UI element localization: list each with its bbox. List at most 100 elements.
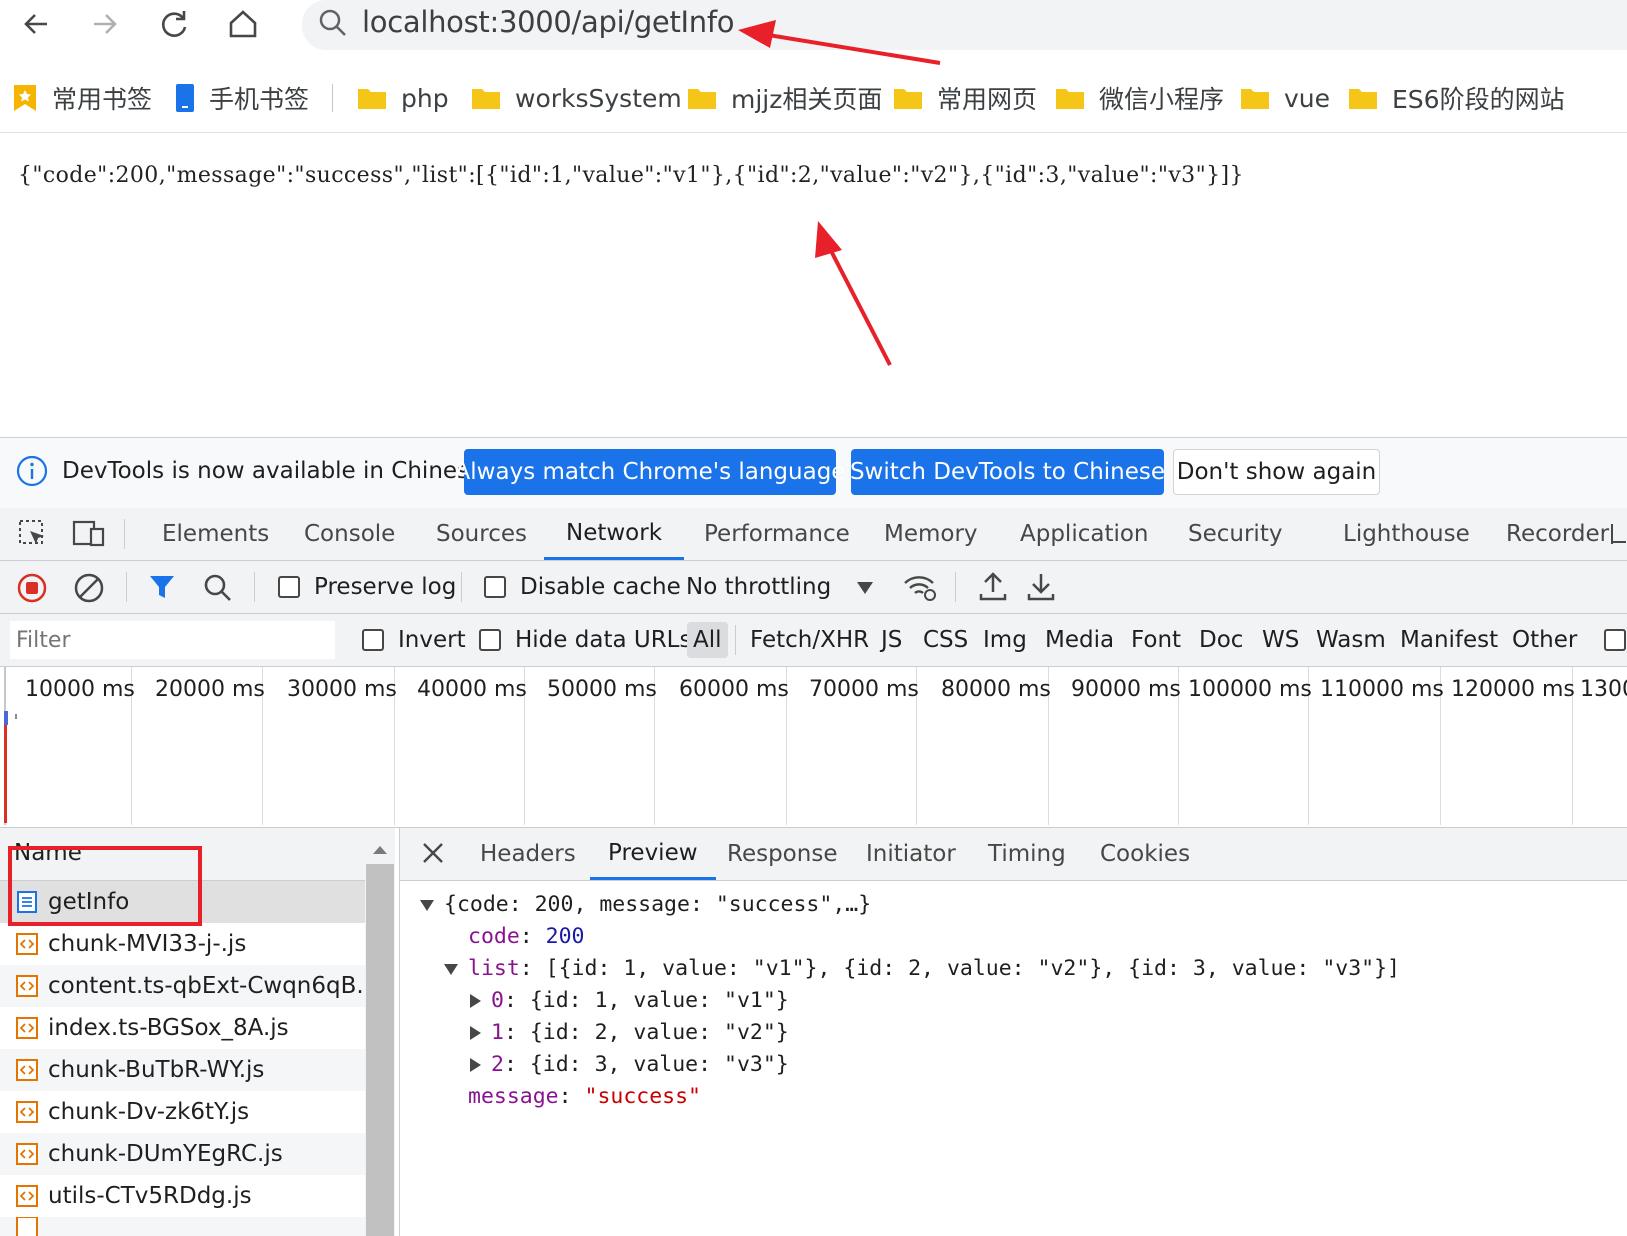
bookmark-1[interactable]: 手机书签: [175, 70, 309, 126]
hide-data-urls-checkbox[interactable]: Hide data URLs: [479, 614, 691, 666]
tab-network[interactable]: Network: [544, 508, 685, 560]
close-icon[interactable]: [422, 842, 444, 868]
bookmark-2[interactable]: php: [357, 70, 449, 126]
disable-cache-checkbox[interactable]: Disable cache: [484, 561, 681, 613]
script-icon: [16, 1185, 38, 1207]
collapse-triangle-icon[interactable]: [470, 994, 481, 1008]
home-icon[interactable]: [221, 2, 265, 46]
reload-icon[interactable]: [152, 2, 196, 46]
preserve-log-checkbox[interactable]: Preserve log: [278, 561, 456, 613]
bookmark-8[interactable]: ES6阶段的网站: [1348, 70, 1565, 126]
expand-triangle-icon[interactable]: [444, 963, 458, 975]
bookmark-separator: [332, 84, 333, 112]
url-text[interactable]: localhost:3000/api/getInfo: [362, 5, 735, 39]
device-toolbar-icon[interactable]: [72, 519, 106, 553]
request-row[interactable]: chunk-Dv-zk6tY.js: [0, 1091, 365, 1133]
tree-root[interactable]: {code: 200, message: "success",…}: [420, 890, 871, 920]
back-icon[interactable]: [14, 2, 58, 46]
filter-type-manifest[interactable]: Manifest: [1400, 622, 1498, 658]
filter-icon[interactable]: [148, 573, 176, 605]
tab-performance[interactable]: Performance: [704, 508, 850, 560]
tab-recorder[interactable]: Recorder: [1506, 508, 1609, 560]
scroll-up-icon[interactable]: [372, 840, 388, 859]
tab-response[interactable]: Response: [727, 828, 837, 880]
tab-security[interactable]: Security: [1188, 508, 1282, 560]
chevron-down-icon[interactable]: [856, 580, 874, 599]
bookmark-7[interactable]: vue: [1240, 70, 1330, 126]
stop-recording-icon[interactable]: [16, 572, 48, 608]
bookmark-3[interactable]: worksSystem: [471, 70, 682, 126]
throttling-select[interactable]: No throttling: [686, 561, 831, 613]
tab-elements[interactable]: Elements: [162, 508, 269, 560]
tree-message: message: "success": [468, 1084, 701, 1109]
import-har-icon[interactable]: [979, 572, 1007, 606]
tab-sources[interactable]: Sources: [436, 508, 527, 560]
checkbox-box[interactable]: [479, 629, 501, 651]
dont-show-again-button[interactable]: Don't show again: [1173, 449, 1380, 495]
always-match-language-button[interactable]: Always match Chrome's language: [455, 449, 845, 495]
bookmark-4[interactable]: mjjz相关页面: [687, 70, 882, 126]
tree-list[interactable]: list: [{id: 1, value: "v1"}, {id: 2, val…: [444, 954, 1400, 984]
filter-type-doc[interactable]: Doc: [1199, 622, 1243, 658]
request-row[interactable]: chunk-BuTbR-WY.js: [0, 1049, 365, 1091]
checkbox-box[interactable]: [484, 576, 506, 598]
filter-type-media[interactable]: Media: [1045, 622, 1114, 658]
network-conditions-icon[interactable]: [902, 571, 938, 607]
request-row[interactable]: content.ts-qbExt-Cwqn6qB...: [0, 965, 365, 1007]
filter-type-js[interactable]: JS: [881, 622, 902, 658]
request-row[interactable]: index.ts-BGSox_8A.js: [0, 1007, 365, 1049]
request-row-partial[interactable]: [0, 1217, 365, 1236]
request-row[interactable]: chunk-DUmYEgRC.js: [0, 1133, 365, 1175]
invert-label: Invert: [398, 627, 466, 653]
star-bookmark-icon: [12, 83, 38, 113]
request-row[interactable]: utils-CTv5RDdg.js: [0, 1175, 365, 1217]
filter-type-font[interactable]: Font: [1131, 622, 1181, 658]
filter-type-ws[interactable]: WS: [1262, 622, 1299, 658]
invert-checkbox[interactable]: Invert: [362, 614, 466, 666]
timeline-label: 100000 ms: [1188, 677, 1312, 702]
tab-headers[interactable]: Headers: [480, 828, 576, 880]
forward-icon[interactable]: [83, 2, 127, 46]
tab-timing[interactable]: Timing: [988, 828, 1066, 880]
filter-type-other[interactable]: Other: [1512, 622, 1577, 658]
filter-type-all[interactable]: All: [687, 622, 728, 658]
request-row[interactable]: chunk-MVI33-j-.js: [0, 923, 365, 965]
tab-memory[interactable]: Memory: [884, 508, 978, 560]
search-icon[interactable]: [203, 573, 233, 607]
tab-preview[interactable]: Preview: [590, 828, 716, 880]
checkbox-box[interactable]: [278, 576, 300, 598]
request-name: index.ts-BGSox_8A.js: [48, 1015, 289, 1041]
scrollbar-thumb[interactable]: [366, 864, 394, 1236]
clear-icon[interactable]: [73, 572, 105, 608]
filter-type-css[interactable]: CSS: [923, 622, 968, 658]
bookmark-0[interactable]: 常用书签: [12, 70, 152, 126]
collapse-triangle-icon[interactable]: [470, 1026, 481, 1040]
filter-type-fetch-xhr[interactable]: Fetch/XHR: [750, 622, 869, 658]
filter-type-wasm[interactable]: Wasm: [1316, 622, 1386, 658]
export-har-icon[interactable]: [1027, 572, 1055, 606]
network-toolbar: Preserve log Disable cache No throttling: [0, 561, 1627, 614]
tab-initiator[interactable]: Initiator: [866, 828, 956, 880]
script-icon: [16, 1217, 38, 1236]
tab-cookies[interactable]: Cookies: [1100, 828, 1190, 880]
tree-list-item[interactable]: 2: {id: 3, value: "v3"}: [470, 1050, 789, 1080]
expand-triangle-icon[interactable]: [420, 899, 434, 911]
tree-list-item[interactable]: 1: {id: 2, value: "v2"}: [470, 1018, 789, 1048]
address-bar[interactable]: localhost:3000/api/getInfo: [302, 0, 1627, 50]
blocked-requests-checkbox[interactable]: [1604, 629, 1626, 651]
collapse-triangle-icon[interactable]: [470, 1058, 481, 1072]
checkbox-box[interactable]: [362, 629, 384, 651]
info-icon: [16, 455, 48, 491]
tree-list-item[interactable]: 0: {id: 1, value: "v1"}: [470, 986, 789, 1016]
tab-lighthouse[interactable]: Lighthouse: [1343, 508, 1470, 560]
filter-input[interactable]: [10, 621, 335, 659]
tab-application[interactable]: Application: [1020, 508, 1149, 560]
bookmark-6[interactable]: 微信小程序: [1055, 70, 1224, 126]
inspect-element-icon[interactable]: [18, 519, 48, 553]
timeline-overview[interactable]: 10000 ms 20000 ms 30000 ms 40000 ms 5000…: [0, 667, 1627, 829]
toolbar-separator: [254, 572, 255, 602]
switch-to-chinese-button[interactable]: Switch DevTools to Chinese: [850, 449, 1165, 495]
bookmark-5[interactable]: 常用网页: [893, 70, 1037, 126]
filter-type-img[interactable]: Img: [983, 622, 1027, 658]
tab-console[interactable]: Console: [304, 508, 395, 560]
